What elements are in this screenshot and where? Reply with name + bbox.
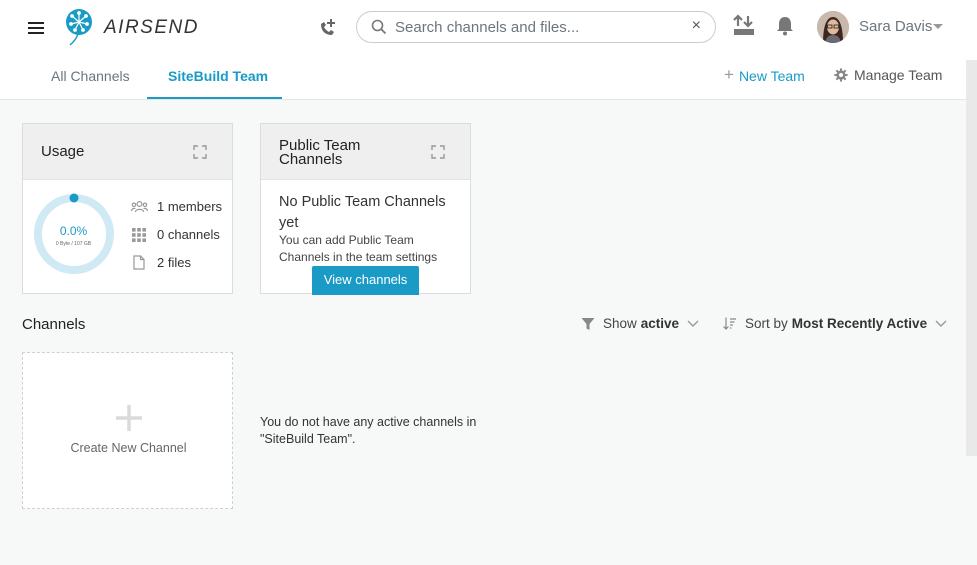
manage-team-button[interactable]: Manage Team [834,67,942,83]
plus-icon [116,405,142,431]
public-channels-card: Public Team Channels No Public Team Chan… [260,123,471,295]
channels-section-title: Channels [22,316,86,333]
members-stat: 1 members [131,199,222,214]
file-icon [133,255,145,270]
top-header: AIRSEND × Sara Davis All Channels [0,0,977,100]
gear-icon [834,68,848,82]
channels-stat: 0 channels [131,227,220,242]
show-filter-dropdown[interactable]: Show active [581,316,699,331]
new-team-label: New Team [738,68,805,84]
usage-percent: 0.0% [59,224,88,238]
add-call-icon[interactable] [316,16,340,40]
public-channels-hint: You can add Public Team Channels in the … [279,233,438,264]
grid-icon [132,227,146,242]
filter-prefix: Show [603,316,637,331]
filter-value: active [640,316,680,331]
search-bar: × [356,11,716,43]
usage-title: Usage [41,143,85,160]
users-icon [131,200,148,212]
tab-sitebuild-team[interactable]: SiteBuild Team [168,68,268,84]
dandelion-logo-icon [66,9,92,46]
usage-card-header: Usage [23,124,232,180]
close-icon[interactable]: × [692,17,701,35]
chevron-down-icon[interactable] [933,24,943,29]
expand-icon[interactable] [431,145,445,159]
create-channel-card[interactable]: Create New Channel [22,352,233,509]
members-count: 1 members [157,199,223,214]
search-input[interactable] [395,16,675,38]
logo-text: AIRSEND [104,17,199,38]
bell-icon[interactable] [776,16,794,36]
empty-channels-message: You do not have any active channels in "… [260,415,477,446]
app-logo[interactable]: AIRSEND [64,8,199,46]
search-icon [371,19,387,35]
new-team-button[interactable]: + New Team [724,65,805,85]
create-channel-label: Create New Channel [70,441,187,455]
channels-count: 0 channels [157,227,220,242]
expand-icon[interactable] [193,145,207,159]
active-tab-indicator [147,97,282,99]
usage-card: Usage 0.0% 0 Byte / 107 GB 1 members 0 c [22,123,233,294]
no-public-channels-message: No Public Team Channels yet [279,194,446,231]
tab-all-channels[interactable]: All Channels [51,68,130,84]
usage-storage: 0 Byte / 107 GB [55,241,92,247]
vertical-scrollbar[interactable] [966,60,977,456]
files-count: 2 files [157,255,191,270]
filter-icon [581,317,595,330]
chevron-down-icon [687,320,699,327]
upload-icon[interactable] [733,14,755,38]
sort-prefix: Sort by [745,316,788,331]
view-channels-button[interactable]: View channels [312,266,419,295]
user-avatar-icon [817,11,849,43]
hamburger-menu-icon[interactable] [28,19,44,35]
public-channels-header: Public Team Channels [261,124,470,180]
manage-team-label: Manage Team [854,67,943,83]
sort-dropdown[interactable]: Sort by Most Recently Active [723,316,947,331]
chevron-down-icon [935,320,947,327]
sort-value: Most Recently Active [791,316,928,331]
plus-icon: + [724,65,734,84]
sort-icon [723,317,736,330]
public-channels-title: Public Team Channels [279,137,361,168]
avatar[interactable] [817,11,849,43]
files-stat: 2 files [131,255,191,270]
user-name[interactable]: Sara Davis [859,18,932,35]
